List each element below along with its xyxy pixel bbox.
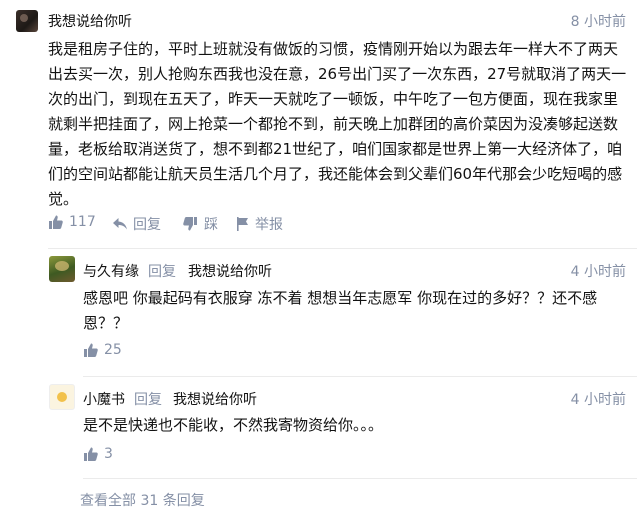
like-count: 117: [69, 214, 96, 230]
like-button[interactable]: 25: [83, 342, 122, 358]
avatar[interactable]: [16, 10, 38, 32]
like-button[interactable]: 117: [48, 214, 96, 230]
reply-line: 是不是快递也不能收，不然我寄物资给你。。。: [83, 416, 384, 434]
reply-label: 回复: [133, 217, 161, 233]
reply-button[interactable]: 回复: [113, 214, 161, 234]
reply-to-user[interactable]: 我想说给你听: [173, 389, 257, 409]
reply-author[interactable]: 与久有缘: [83, 261, 139, 281]
report-button[interactable]: 举报: [236, 214, 283, 234]
reply-word: 回复: [148, 264, 176, 280]
like-button[interactable]: 3: [83, 446, 113, 462]
reply-line: 恩？？: [83, 314, 129, 332]
comment-time: 8 小时前: [570, 14, 626, 30]
divider: [48, 248, 637, 249]
reply-line: 感恩吧 你最起码有衣服穿 冻不着 想想当年志愿军 你现在过的多好？？还不感: [83, 289, 598, 307]
comment-body: 我是租房子住的，平时上班就没有做饭的习惯，疫情刚开始以为跟去年一样大不了两天 出…: [48, 37, 628, 212]
divider: [83, 376, 637, 377]
comment-line: 觉。: [48, 190, 79, 208]
comment-line: 量，老板给取消送货了，想不到都21世纪了，咱们国家都是世界上第一大经济体了，咱: [48, 140, 623, 158]
comment-line: 出去买一次，别人抢购东西我也没在意，26号出门买了一次东西，27号就取消了两天一: [48, 65, 627, 83]
comment-line: 们的空间站都能让航天员生活几个月了，我还能体会到父辈们60年代那会少吃短喝的感: [48, 165, 623, 183]
reply-arrow-icon: [113, 218, 127, 230]
view-all-replies-link[interactable]: 查看全部 31 条回复: [80, 490, 205, 510]
comment-line: 次的出门，到现在五天了，昨天一天就吃了一顿饭，中午吃了一包方便面，现在我家里: [48, 90, 619, 108]
divider: [83, 478, 637, 479]
flag-icon: [237, 217, 248, 231]
avatar[interactable]: [49, 256, 75, 282]
comment-line: 就剩半把挂面了，网上抢菜一个都抢不到，前天晚上加群团的高价菜因为没凑够起送数: [48, 115, 619, 133]
thumb-up-icon: [84, 447, 98, 461]
thumb-up-icon: [49, 215, 63, 229]
reply-time: 4 小时前: [570, 264, 626, 280]
reply-word: 回复: [134, 392, 162, 408]
like-count: 25: [104, 342, 122, 358]
avatar[interactable]: [49, 384, 75, 410]
reply-body: 感恩吧 你最起码有衣服穿 冻不着 想想当年志愿军 你现在过的多好？？还不感 恩？…: [83, 286, 628, 336]
reply-to-user[interactable]: 我想说给你听: [188, 261, 272, 281]
dislike-label: 踩: [204, 217, 218, 233]
thumb-down-icon: [183, 217, 197, 231]
reply-body: 是不是快递也不能收，不然我寄物资给你。。。: [83, 413, 628, 438]
comment-line: 我是租房子住的，平时上班就没有做饭的习惯，疫情刚开始以为跟去年一样大不了两天: [48, 40, 619, 58]
reply-author[interactable]: 小魔书: [83, 389, 125, 409]
like-count: 3: [104, 446, 113, 462]
dislike-button[interactable]: 踩: [183, 214, 218, 234]
report-label: 举报: [255, 217, 283, 233]
reply-time: 4 小时前: [570, 392, 626, 408]
comment-author[interactable]: 我想说给你听: [48, 11, 132, 31]
thumb-up-icon: [84, 343, 98, 357]
